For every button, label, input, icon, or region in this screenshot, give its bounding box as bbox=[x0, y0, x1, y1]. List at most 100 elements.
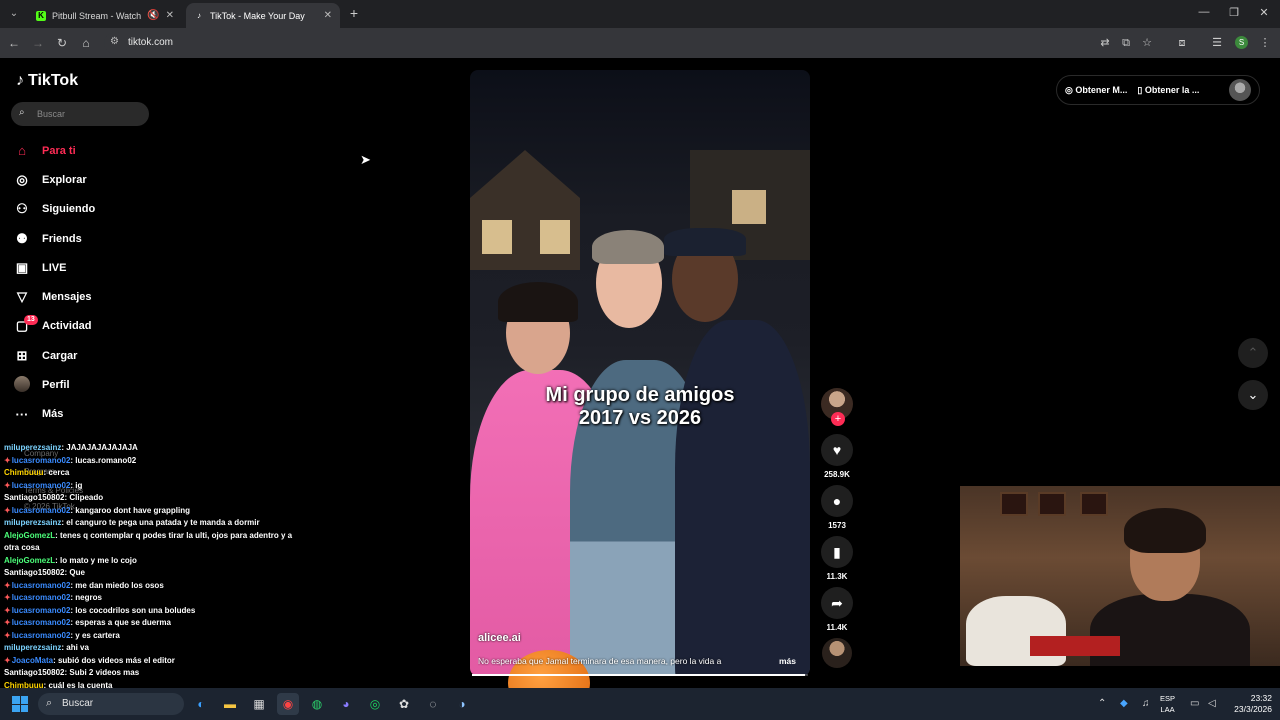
user-avatar[interactable] bbox=[1229, 79, 1251, 101]
chat-message: ✦lucasromano02: me dan miedo los osos bbox=[4, 580, 324, 593]
chat-username[interactable]: lucasromano02 bbox=[12, 481, 71, 490]
tab-kick-stream[interactable]: K Pitbull Stream - Watch Live 🔇 ✕ bbox=[28, 3, 182, 28]
whatsapp-icon[interactable]: ◍ bbox=[306, 693, 328, 715]
chat-username[interactable]: lucasromano02 bbox=[12, 456, 71, 465]
chat-username[interactable]: AlejoGomezL bbox=[4, 531, 55, 540]
chat-badge-icon: ✦ bbox=[4, 605, 11, 615]
obs-icon[interactable]: ◌ bbox=[422, 693, 444, 715]
edge-icon[interactable]: ◐ bbox=[190, 693, 212, 715]
chat-message: Santiago150802: Subi 2 videos mas bbox=[4, 667, 324, 680]
sound-disc-avatar[interactable] bbox=[822, 638, 852, 668]
sidebar-item-mas[interactable]: ··· Más bbox=[14, 400, 194, 429]
chat-username[interactable]: Santiago150802 bbox=[4, 493, 64, 502]
sidebar-item-para-ti[interactable]: ⌂ Para ti bbox=[14, 136, 194, 165]
creator-avatar[interactable]: + bbox=[821, 388, 853, 426]
translate-icon[interactable]: ⇄ bbox=[1098, 36, 1112, 50]
search-box[interactable]: ⌕ bbox=[11, 102, 149, 126]
compass-icon: ◎ bbox=[16, 171, 28, 187]
minimize-icon[interactable]: — bbox=[1194, 6, 1214, 18]
previous-video-button[interactable]: ⌃ bbox=[1238, 338, 1268, 368]
network-icon[interactable]: ▭ bbox=[1190, 698, 1199, 709]
store-icon[interactable]: ▦ bbox=[248, 693, 270, 715]
chat-username[interactable]: miluperezsainz bbox=[4, 643, 61, 652]
chat-username[interactable]: Santiago150802 bbox=[4, 568, 64, 577]
search-input[interactable] bbox=[37, 106, 142, 122]
windows-start-icon[interactable] bbox=[12, 696, 28, 712]
close-tab-icon[interactable]: ✕ bbox=[324, 10, 332, 21]
sidebar-item-friends[interactable]: ⚉ Friends bbox=[14, 224, 194, 253]
chat-username[interactable]: lucasromano02 bbox=[12, 606, 71, 615]
tiktok-logo[interactable]: ♪ TikTok bbox=[16, 72, 78, 90]
spotify-icon[interactable]: ◎ bbox=[364, 693, 386, 715]
sidebar-item-perfil[interactable]: Perfil bbox=[14, 370, 194, 399]
chat-username[interactable]: AlejoGomezL bbox=[4, 556, 55, 565]
sidebar-item-label: Actividad bbox=[42, 320, 92, 333]
install-app-icon[interactable]: ⧉ bbox=[1119, 36, 1133, 50]
volume-icon[interactable]: ◁ bbox=[1208, 698, 1216, 709]
tray-app-icon[interactable]: ◆ bbox=[1120, 698, 1128, 709]
keyboard-language[interactable]: ESP LAA bbox=[1160, 693, 1175, 715]
lang-line-2: LAA bbox=[1160, 705, 1175, 714]
mute-icon[interactable]: 🔇 bbox=[147, 10, 159, 21]
site-info-icon[interactable]: ⚙ bbox=[110, 36, 119, 47]
forward-icon[interactable]: → bbox=[30, 35, 46, 51]
chat-username[interactable]: lucasromano02 bbox=[12, 618, 71, 627]
chat-text: y es cartera bbox=[75, 630, 120, 640]
new-tab-button[interactable]: + bbox=[346, 5, 362, 21]
tray-chevron-icon[interactable]: ⌃ bbox=[1098, 698, 1106, 709]
bookmark-star-icon[interactable]: ☆ bbox=[1140, 36, 1154, 50]
comment-button[interactable]: ● bbox=[821, 485, 853, 517]
extensions-icon[interactable]: ⧈ bbox=[1175, 36, 1189, 50]
chat-username[interactable]: miluperezsainz bbox=[4, 443, 61, 452]
close-window-icon[interactable]: ✕ bbox=[1254, 6, 1274, 19]
share-button[interactable]: ➦ bbox=[821, 587, 853, 619]
microphone-icon[interactable]: ♫ bbox=[1142, 698, 1150, 709]
tab-tiktok[interactable]: ♪ TikTok - Make Your Day ✕ bbox=[186, 3, 340, 28]
reading-list-icon[interactable]: ☰ bbox=[1210, 36, 1224, 50]
maximize-icon[interactable]: ❐ bbox=[1224, 6, 1244, 19]
chrome-icon[interactable]: ◉ bbox=[277, 693, 299, 715]
video-progress-bar[interactable] bbox=[472, 674, 808, 676]
chat-username[interactable]: lucasromano02 bbox=[12, 593, 71, 602]
chat-username[interactable]: JoacoMata bbox=[12, 656, 53, 665]
file-explorer-icon[interactable]: ▬ bbox=[219, 693, 241, 715]
profile-avatar-icon[interactable]: S bbox=[1235, 36, 1248, 49]
home-icon[interactable]: ⌂ bbox=[78, 35, 94, 51]
sidebar-item-cargar[interactable]: ⊞ Cargar bbox=[14, 341, 194, 370]
browser-menu-icon[interactable]: ⋮ bbox=[1258, 36, 1272, 50]
chat-username[interactable]: lucasromano02 bbox=[12, 581, 71, 590]
tab-title: TikTok - Make Your Day bbox=[210, 10, 305, 21]
sidebar-item-explorar[interactable]: ◎ Explorar bbox=[14, 165, 194, 194]
get-coins-button[interactable]: ◎ Obtener M... bbox=[1065, 85, 1127, 96]
reload-icon[interactable]: ↻ bbox=[54, 35, 70, 51]
chat-username[interactable]: Santiago150802 bbox=[4, 668, 64, 677]
get-app-button[interactable]: ▯ Obtener la ... bbox=[1137, 85, 1199, 96]
taskbar-search[interactable]: ⌕ Buscar bbox=[38, 693, 184, 715]
sidebar-item-mensajes[interactable]: ▽ Mensajes bbox=[14, 282, 194, 311]
app-icon[interactable]: ✿ bbox=[393, 693, 415, 715]
close-tab-icon[interactable]: ✕ bbox=[166, 10, 174, 21]
webcam-overlay bbox=[960, 486, 1280, 666]
taskbar-clock[interactable]: 23:32 23/3/2026 bbox=[1222, 693, 1272, 715]
chat-username[interactable]: lucasromano02 bbox=[12, 506, 71, 515]
address-bar[interactable]: ⚙ tiktok.com bbox=[104, 32, 1188, 54]
follow-plus-icon[interactable]: + bbox=[831, 412, 845, 426]
browser-toolbar: ← → ↻ ⌂ ⚙ tiktok.com ⇄ ⧉ ☆ ⧈ ☰ ⋮ bbox=[0, 28, 1280, 58]
chat-username[interactable]: lucasromano02 bbox=[12, 631, 71, 640]
tab-search-chevron-icon[interactable]: ⌄ bbox=[4, 4, 24, 24]
sidebar-item-actividad[interactable]: ▢ 13 Actividad bbox=[14, 312, 194, 341]
steam-icon[interactable]: ◑ bbox=[451, 693, 473, 715]
sidebar-item-live[interactable]: ▣ LIVE bbox=[14, 253, 194, 282]
chat-username[interactable]: Chimbuuu bbox=[4, 468, 44, 477]
chat-username[interactable]: miluperezsainz bbox=[4, 518, 61, 527]
sidebar-item-siguiendo[interactable]: ⚇ Siguiendo bbox=[14, 195, 194, 224]
next-video-button[interactable]: ⌄ bbox=[1238, 380, 1268, 410]
back-icon[interactable]: ← bbox=[6, 35, 22, 51]
discord-icon[interactable]: ◕ bbox=[335, 693, 357, 715]
chat-badge-icon: ✦ bbox=[4, 655, 11, 665]
video-player[interactable] bbox=[470, 70, 810, 676]
video-username[interactable]: alicee.ai bbox=[478, 632, 521, 644]
save-button[interactable]: ▮ bbox=[821, 536, 853, 568]
like-button[interactable]: ♥ bbox=[821, 434, 853, 466]
description-more-button[interactable]: más bbox=[779, 656, 796, 666]
